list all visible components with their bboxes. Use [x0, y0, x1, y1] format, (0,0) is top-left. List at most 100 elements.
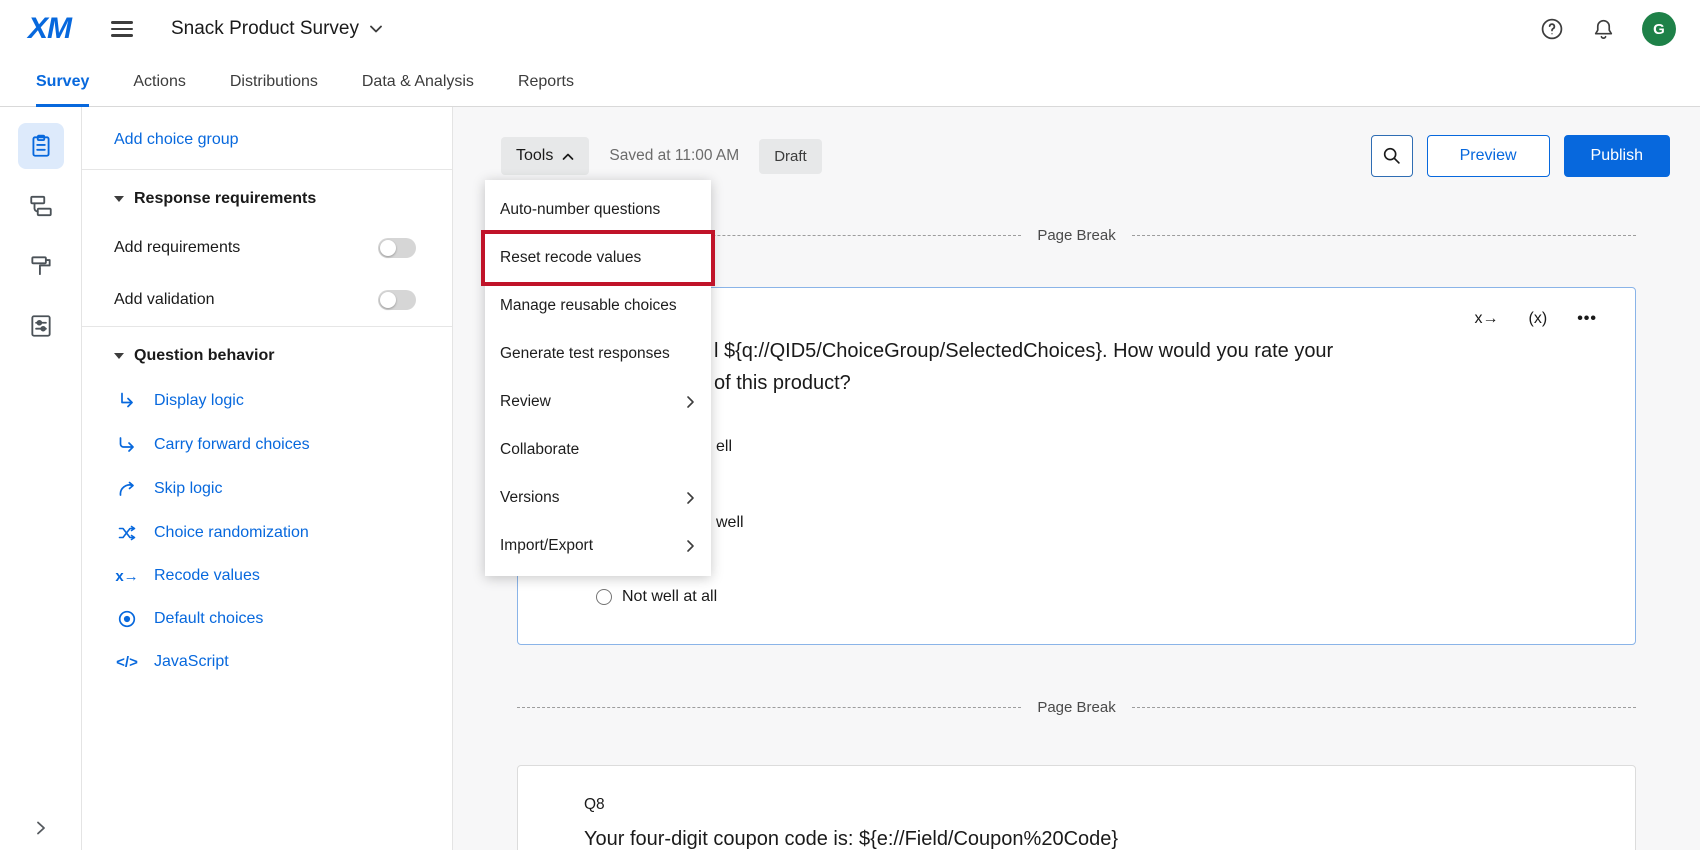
- rail-look-feel-button[interactable]: [18, 243, 64, 289]
- recode-values-item[interactable]: x→ Recode values: [82, 555, 452, 597]
- display-logic-item[interactable]: Display logic: [82, 379, 452, 423]
- tab-actions[interactable]: Actions: [133, 58, 185, 106]
- default-choices-item[interactable]: Default choices: [82, 597, 452, 641]
- menu-item-collaborate[interactable]: Collaborate: [485, 426, 711, 474]
- menu-item-review[interactable]: Review: [485, 378, 711, 426]
- preview-button[interactable]: Preview: [1427, 135, 1550, 177]
- menu-item-auto-number-questions[interactable]: Auto-number questions: [485, 186, 711, 234]
- choice-option-label: Not well at all: [622, 588, 717, 606]
- recode-values-label: Recode values: [154, 567, 260, 585]
- menu-item-label: Generate test responses: [500, 345, 670, 363]
- recode-values-icon[interactable]: x→: [1475, 310, 1499, 328]
- menu-item-versions[interactable]: Versions: [485, 474, 711, 522]
- question-text[interactable]: Your four-digit coupon code is: ${e://Fi…: [584, 828, 1118, 850]
- page-break-dash: [1132, 235, 1636, 236]
- carry-forward-choices-item[interactable]: Carry forward choices: [82, 423, 452, 467]
- tab-reports[interactable]: Reports: [518, 58, 574, 106]
- carry-forward-icon: [117, 435, 137, 455]
- survey-options-icon: [28, 313, 54, 339]
- menu-item-manage-reusable-choices[interactable]: Manage reusable choices: [485, 282, 711, 330]
- skip-logic-icon: [117, 479, 137, 499]
- bell-icon: [1591, 17, 1616, 42]
- chevron-down-icon: [369, 24, 383, 34]
- question-text-line2[interactable]: of this product?: [714, 372, 851, 395]
- survey-canvas-area: Tools Saved at 11:00 AM Draft Preview Pu…: [453, 107, 1700, 850]
- hamburger-menu-icon[interactable]: [107, 17, 137, 41]
- display-logic-icon: [117, 391, 137, 411]
- choice-option-fragment[interactable]: well: [716, 514, 744, 532]
- skip-logic-label: Skip logic: [154, 480, 222, 498]
- chevron-right-icon: [686, 395, 695, 409]
- menu-item-label: Manage reusable choices: [500, 297, 677, 315]
- toolbar-actions: Preview Publish: [1371, 135, 1670, 177]
- default-choices-icon: [117, 609, 137, 629]
- tab-distributions[interactable]: Distributions: [230, 58, 318, 106]
- chevron-up-icon: [562, 152, 574, 161]
- main-nav-tabs: Survey Actions Distributions Data & Anal…: [0, 58, 1700, 107]
- add-validation-label: Add validation: [114, 291, 215, 309]
- menu-item-label: Auto-number questions: [500, 201, 660, 219]
- tab-data-analysis[interactable]: Data & Analysis: [362, 58, 474, 106]
- chevron-right-icon: [34, 820, 48, 836]
- recode-values-icon: x→: [114, 568, 140, 585]
- more-options-icon[interactable]: •••: [1577, 310, 1597, 328]
- choice-option-row[interactable]: Not well at all: [596, 588, 717, 606]
- rail-survey-flow-button[interactable]: [18, 183, 64, 229]
- section-response-requirements[interactable]: Response requirements: [82, 170, 452, 222]
- choice-randomization-item[interactable]: Choice randomization: [82, 511, 452, 555]
- left-icon-rail: [0, 107, 82, 850]
- section-title: Question behavior: [134, 347, 274, 365]
- tools-button-label: Tools: [516, 147, 553, 165]
- rail-survey-options-button[interactable]: [18, 303, 64, 349]
- section-question-behavior[interactable]: Question behavior: [82, 327, 452, 379]
- radio-button-icon[interactable]: [596, 589, 612, 605]
- rail-expand-button[interactable]: [0, 820, 82, 836]
- canvas-toolbar: Tools Saved at 11:00 AM Draft Preview Pu…: [501, 135, 1670, 177]
- chevron-right-icon: [686, 539, 695, 553]
- section-title: Response requirements: [134, 190, 316, 208]
- menu-item-import-export[interactable]: Import/Export: [485, 522, 711, 570]
- xm-logo[interactable]: XM: [28, 12, 71, 46]
- choice-option-fragment[interactable]: ell: [716, 438, 732, 456]
- survey-title-dropdown[interactable]: Snack Product Survey: [171, 18, 383, 40]
- rail-survey-builder-button[interactable]: [18, 123, 64, 169]
- caret-down-icon: [114, 353, 124, 359]
- shuffle-icon: [117, 523, 137, 543]
- caret-down-icon: [114, 196, 124, 202]
- add-choice-group-link[interactable]: Add choice group: [82, 129, 452, 169]
- page-break-dash: [517, 707, 1021, 708]
- add-validation-toggle[interactable]: [378, 290, 416, 310]
- tab-survey[interactable]: Survey: [36, 58, 89, 106]
- question-editing-panel: Add choice group Response requirements A…: [82, 107, 453, 850]
- menu-item-generate-test-responses[interactable]: Generate test responses: [485, 330, 711, 378]
- draft-status-badge: Draft: [759, 139, 822, 174]
- tools-dropdown-button[interactable]: Tools: [501, 137, 589, 175]
- search-button[interactable]: [1371, 135, 1413, 177]
- notifications-button[interactable]: [1591, 17, 1616, 42]
- menu-item-label: Import/Export: [500, 537, 593, 555]
- page-break: Page Break: [517, 697, 1636, 717]
- menu-item-label: Review: [500, 393, 551, 411]
- choice-randomization-label: Choice randomization: [154, 524, 309, 542]
- code-icon: </>: [114, 654, 140, 671]
- top-header: XM Snack Product Survey G: [0, 0, 1700, 58]
- survey-flow-icon: [28, 193, 54, 219]
- menu-item-reset-recode-values[interactable]: Reset recode values: [485, 234, 711, 282]
- piped-text-icon[interactable]: (x): [1529, 310, 1548, 328]
- page-break-label: Page Break: [1037, 699, 1115, 716]
- skip-logic-item[interactable]: Skip logic: [82, 467, 452, 511]
- javascript-item[interactable]: </> JavaScript: [82, 641, 452, 683]
- add-validation-row: Add validation: [82, 274, 452, 326]
- page-break-dash: [1132, 707, 1636, 708]
- look-and-feel-icon: [28, 253, 54, 279]
- add-requirements-toggle[interactable]: [378, 238, 416, 258]
- default-choices-label: Default choices: [154, 610, 263, 628]
- carry-forward-label: Carry forward choices: [154, 436, 310, 454]
- page-break-label: Page Break: [1037, 227, 1115, 244]
- question-text-line1[interactable]: l ${q://QID5/ChoiceGroup/SelectedChoices…: [714, 340, 1333, 363]
- question-card-q8[interactable]: Q8 Your four-digit coupon code is: ${e:/…: [517, 765, 1636, 850]
- tools-dropdown-menu: Auto-number questions Reset recode value…: [485, 180, 711, 576]
- help-button[interactable]: [1539, 16, 1565, 42]
- publish-button[interactable]: Publish: [1564, 135, 1670, 177]
- avatar[interactable]: G: [1642, 12, 1676, 46]
